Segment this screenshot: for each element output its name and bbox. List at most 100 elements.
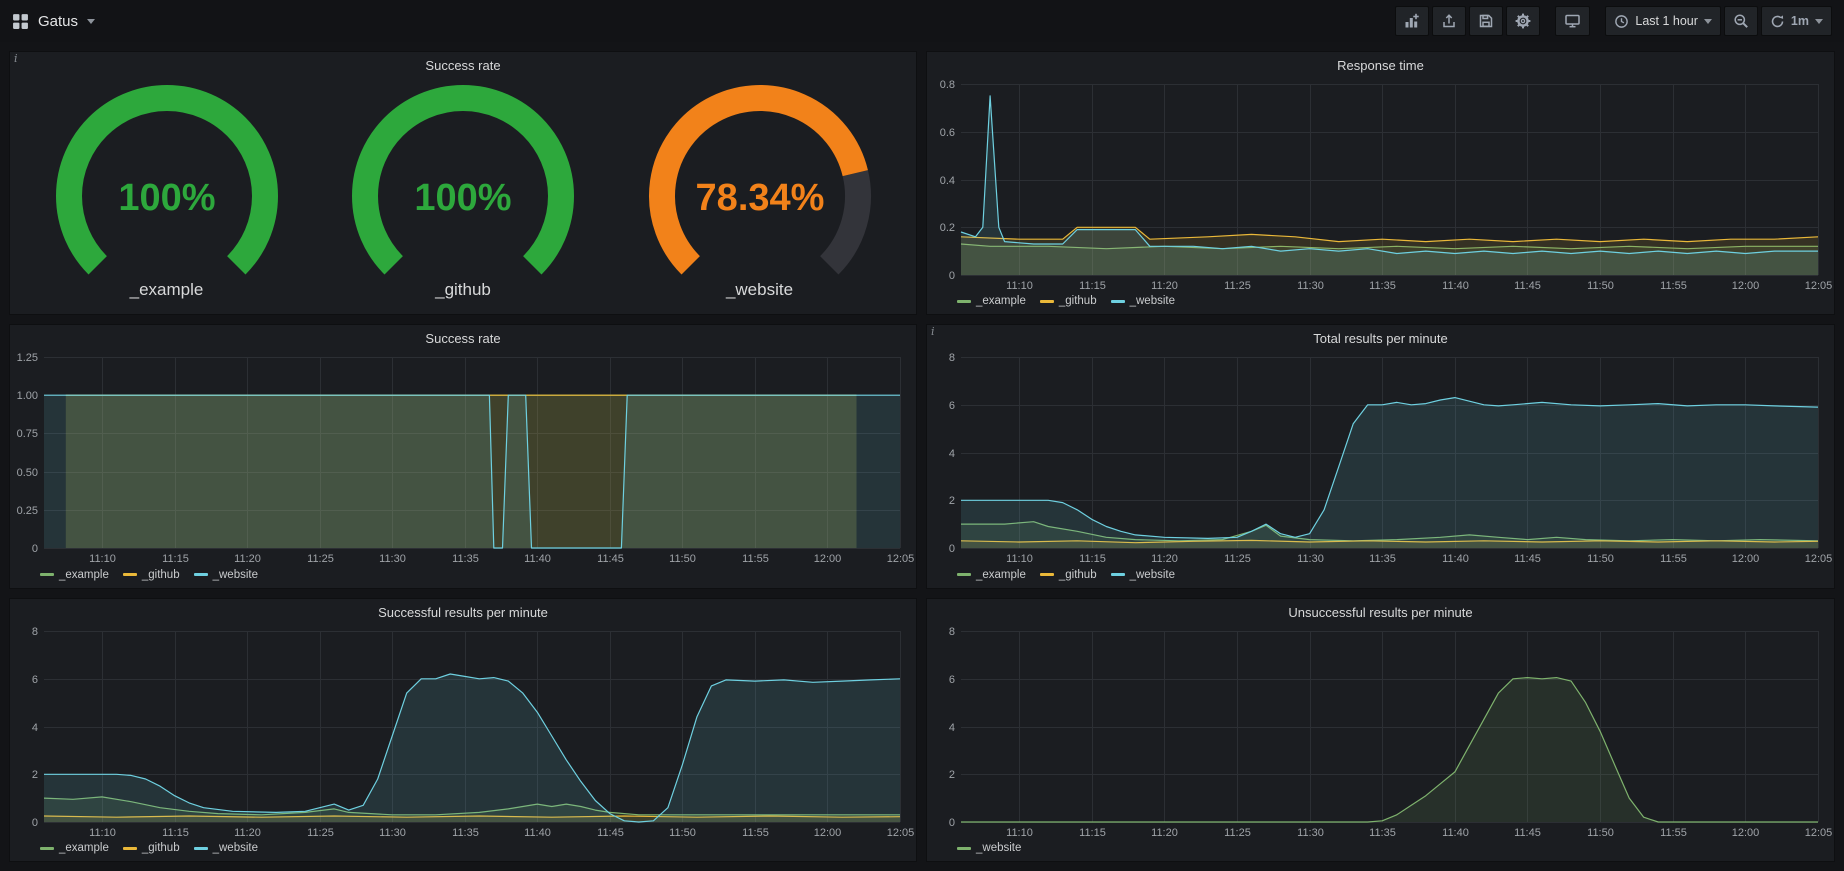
- svg-text:11:30: 11:30: [1297, 827, 1324, 839]
- monitor-icon: [1564, 13, 1581, 29]
- panel-title[interactable]: Success rate: [10, 52, 916, 76]
- settings-button[interactable]: [1506, 6, 1540, 36]
- svg-text:0.75: 0.75: [17, 428, 38, 440]
- gauge-github: 100% _github: [323, 84, 603, 300]
- legend-item-_website[interactable]: _website: [1111, 569, 1175, 581]
- legend-item-_website[interactable]: _website: [1111, 295, 1175, 307]
- svg-text:11:55: 11:55: [1660, 827, 1687, 839]
- svg-text:11:50: 11:50: [669, 553, 696, 565]
- time-range-label: Last 1 hour: [1635, 14, 1698, 28]
- svg-text:4: 4: [32, 722, 38, 734]
- svg-text:11:15: 11:15: [1079, 553, 1106, 565]
- legend-item-_github[interactable]: _github: [1040, 569, 1097, 581]
- svg-text:11:10: 11:10: [1006, 553, 1033, 565]
- chart-unsuccessful-results[interactable]: 0246811:1011:1511:2011:2511:3011:3511:40…: [927, 623, 1834, 840]
- panel-success-rate-gauges: i Success rate 100% _example 100% _githu…: [9, 51, 917, 315]
- chart-legend: _example _github _website: [10, 567, 916, 588]
- legend-item-_example[interactable]: _example: [40, 569, 109, 581]
- svg-text:11:45: 11:45: [1514, 827, 1541, 839]
- svg-text:6: 6: [32, 674, 38, 686]
- svg-text:12:05: 12:05: [887, 553, 915, 565]
- svg-text:0.2: 0.2: [940, 222, 955, 234]
- svg-text:11:35: 11:35: [452, 827, 479, 839]
- svg-text:11:15: 11:15: [162, 553, 189, 565]
- svg-text:11:25: 11:25: [307, 827, 334, 839]
- gauge-example: 100% _example: [27, 84, 307, 300]
- svg-text:12:00: 12:00: [1732, 280, 1760, 292]
- svg-text:11:50: 11:50: [1587, 827, 1614, 839]
- legend-item-_website[interactable]: _website: [957, 842, 1021, 854]
- svg-text:6: 6: [949, 674, 955, 686]
- dashboard-caret-down-icon[interactable]: [87, 19, 95, 24]
- refresh-icon: [1770, 14, 1785, 29]
- panel-successful-results: Successful results per minute 0246811:10…: [9, 598, 917, 862]
- svg-text:11:35: 11:35: [1369, 553, 1396, 565]
- chart-legend: _example _github _website: [927, 293, 1834, 314]
- refresh-caret-down-icon: [1815, 19, 1823, 24]
- svg-text:11:40: 11:40: [1442, 280, 1469, 292]
- time-range-button[interactable]: Last 1 hour: [1605, 6, 1721, 36]
- svg-text:11:35: 11:35: [1369, 827, 1396, 839]
- dashboards-grid-icon[interactable]: [12, 13, 29, 30]
- add-panel-button[interactable]: [1395, 6, 1429, 36]
- gauge-arc: 100%: [323, 84, 603, 292]
- legend-item-_website[interactable]: _website: [194, 842, 258, 854]
- panel-unsuccessful-results: Unsuccessful results per minute 0246811:…: [926, 598, 1835, 862]
- svg-text:11:20: 11:20: [234, 553, 261, 565]
- share-button[interactable]: [1432, 6, 1466, 36]
- svg-text:12:05: 12:05: [1805, 827, 1833, 839]
- panel-title[interactable]: Success rate: [10, 325, 916, 349]
- svg-text:11:10: 11:10: [1006, 280, 1033, 292]
- zoom-out-icon: [1733, 13, 1749, 29]
- legend-item-_github[interactable]: _github: [123, 842, 180, 854]
- panel-info-icon[interactable]: i: [931, 325, 935, 338]
- svg-text:4: 4: [949, 448, 955, 460]
- legend-color-dash: [194, 573, 208, 576]
- svg-text:11:55: 11:55: [1660, 553, 1687, 565]
- svg-text:11:35: 11:35: [1369, 280, 1396, 292]
- svg-text:11:25: 11:25: [1224, 553, 1251, 565]
- chart-successful-results[interactable]: 0246811:1011:1511:2011:2511:3011:3511:40…: [10, 623, 916, 840]
- svg-text:0.25: 0.25: [17, 505, 38, 517]
- svg-text:4: 4: [949, 722, 955, 734]
- svg-text:12:00: 12:00: [814, 827, 842, 839]
- legend-color-dash: [1040, 573, 1054, 576]
- panel-title[interactable]: Response time: [927, 52, 1834, 76]
- navbar-right: Last 1 hour 1m: [1392, 6, 1832, 36]
- svg-text:11:30: 11:30: [379, 553, 406, 565]
- legend-item-_example[interactable]: _example: [40, 842, 109, 854]
- legend-item-_github[interactable]: _github: [123, 569, 180, 581]
- chart-legend: _example _github _website: [927, 567, 1834, 588]
- svg-text:11:55: 11:55: [742, 827, 769, 839]
- svg-text:1.00: 1.00: [17, 390, 38, 402]
- panel-title[interactable]: Total results per minute: [927, 325, 1834, 349]
- chart-success-rate[interactable]: 00.250.500.751.001.2511:1011:1511:2011:2…: [10, 349, 916, 566]
- panel-info-icon[interactable]: i: [14, 52, 18, 65]
- legend-item-_example[interactable]: _example: [957, 295, 1026, 307]
- tv-mode-button[interactable]: [1555, 6, 1590, 36]
- chart-total-results[interactable]: 0246811:1011:1511:2011:2511:3011:3511:40…: [927, 349, 1834, 566]
- panel-title[interactable]: Unsuccessful results per minute: [927, 599, 1834, 623]
- legend-item-_website[interactable]: _website: [194, 569, 258, 581]
- legend-item-_example[interactable]: _example: [957, 569, 1026, 581]
- save-button[interactable]: [1469, 6, 1503, 36]
- zoom-out-button[interactable]: [1724, 6, 1758, 36]
- chart-svg: 0246811:1011:1511:2011:2511:3011:3511:40…: [10, 623, 916, 840]
- svg-text:11:30: 11:30: [1297, 280, 1324, 292]
- share-icon: [1441, 13, 1457, 29]
- dashboard-title[interactable]: Gatus: [38, 13, 78, 30]
- svg-text:11:45: 11:45: [1514, 553, 1541, 565]
- legend-color-dash: [957, 573, 971, 576]
- svg-text:1.25: 1.25: [17, 352, 38, 364]
- refresh-button[interactable]: 1m: [1761, 6, 1832, 36]
- panel-title[interactable]: Successful results per minute: [10, 599, 916, 623]
- svg-text:6: 6: [949, 400, 955, 412]
- svg-text:2: 2: [949, 495, 955, 507]
- legend-color-dash: [1111, 573, 1125, 576]
- legend-item-_github[interactable]: _github: [1040, 295, 1097, 307]
- svg-text:11:50: 11:50: [1587, 553, 1614, 565]
- chart-response-time[interactable]: 00.20.40.60.811:1011:1511:2011:2511:3011…: [927, 76, 1834, 293]
- chart-svg: 00.250.500.751.001.2511:1011:1511:2011:2…: [10, 349, 916, 566]
- svg-text:11:20: 11:20: [1151, 827, 1178, 839]
- svg-text:11:35: 11:35: [452, 553, 479, 565]
